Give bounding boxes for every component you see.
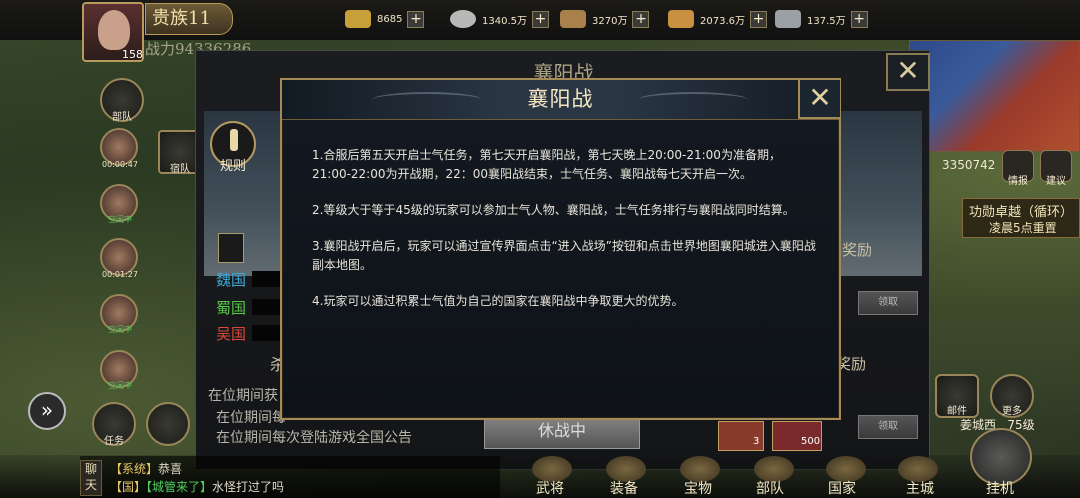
resource-iron: 137.5万 + — [775, 8, 868, 30]
resource-value: 8685 — [377, 13, 403, 25]
add-iron-button[interactable]: + — [850, 10, 868, 28]
hero-status: 空闲中 — [108, 215, 132, 224]
hero-status: 00:01:27 — [102, 270, 138, 279]
add-wood-button[interactable]: + — [632, 10, 650, 28]
dialog-title: 襄阳战 — [527, 87, 594, 111]
reward-label: 奖励 — [842, 241, 873, 259]
chat-line-nation: 【国】【城管来了】水怪打过了吗 — [110, 478, 284, 495]
chat-channel-button[interactable]: 聊天 — [80, 460, 102, 496]
merit-subtitle: 凌晨5点重置 — [989, 221, 1057, 235]
score-value: 3350742 — [942, 158, 996, 172]
iron-icon — [775, 10, 801, 28]
more-label: 更多 — [1002, 406, 1022, 417]
chat-text: 水怪打过了吗 — [212, 480, 285, 494]
troops-label: 部队 — [112, 112, 132, 123]
dialog-close-button[interactable]: ✕ — [798, 80, 840, 119]
gold-ingot-icon — [345, 10, 371, 28]
chat-tag: 【系统】 — [110, 462, 159, 476]
noble-rank-badge[interactable]: 贵族11 — [145, 3, 233, 35]
nav-treasure[interactable]: 宝物 — [684, 478, 712, 498]
nav-equipment[interactable]: 装备 — [610, 478, 638, 498]
dialog-body: 1.合服后第五天开启士气任务，第七天开启襄阳战，第七天晚上20:00-21:00… — [312, 146, 818, 328]
add-gold-button[interactable]: + — [407, 10, 425, 28]
rule-paragraph: 3.襄阳战开启后，玩家可以通过宣传界面点击“进入战场”按钮和点击世界地图襄阳城进… — [312, 239, 816, 272]
privilege-row: 在位期间获 — [208, 388, 278, 404]
rule-paragraph: 4.玩家可以通过积累士气值为自己的国家在襄阳战中争取更大的优势。 — [312, 294, 684, 308]
add-grain-button[interactable]: + — [750, 10, 767, 28]
chat-text: 恭喜 — [158, 462, 183, 476]
wood-log-icon — [560, 10, 586, 28]
player-avatar[interactable]: 158 — [82, 2, 144, 62]
shield-icon — [218, 233, 244, 263]
rule-paragraph: 1.合服后第五天开启士气任务，第七天开启襄阳战，第七天晚上20:00-21:00… — [312, 148, 781, 181]
privilege-row: 在位期间每次登陆游戏全国公告 — [216, 430, 412, 446]
dialog-header: 襄阳战 ✕ — [282, 80, 840, 120]
chat-tag: 【国】 — [110, 480, 147, 494]
rule-paragraph: 2.等级大于等于45级的玩家可以参加士气人物、襄阳战，士气任务排行与襄阳战同时结… — [312, 203, 795, 217]
suggest-label: 建议 — [1046, 176, 1066, 187]
chest-icon: 3 — [718, 421, 764, 451]
resource-wood: 3270万 + — [560, 8, 650, 30]
resource-value: 2073.6万 — [700, 15, 745, 27]
rules-label: 规则 — [219, 159, 246, 174]
intel-label: 情报 — [1008, 176, 1028, 187]
nav-main-city[interactable]: 主城 — [906, 478, 934, 498]
nav-idle[interactable]: 挂机 — [986, 478, 1014, 498]
merit-event-banner[interactable]: 功勋卓越（循环） 凌晨5点重置 — [962, 198, 1080, 238]
kingdom-shu: 蜀国 — [216, 299, 247, 317]
redacted-bar — [252, 325, 282, 341]
claim-button[interactable]: 领取 — [858, 415, 918, 439]
grain-icon — [668, 10, 694, 28]
chat-line-system: 【系统】恭喜 — [110, 460, 182, 477]
redacted-bar — [252, 299, 282, 315]
task-label: 任务 — [104, 436, 124, 447]
chat-name: 【城管来了】 — [146, 480, 213, 494]
resource-value: 1340.5万 — [482, 15, 527, 27]
claim-button[interactable]: 领取 — [858, 291, 918, 315]
resource-grain: 2073.6万 + — [668, 8, 767, 30]
kingdom-wu: 吴国 — [216, 325, 247, 343]
privilege-row: 在位期间每 — [216, 410, 286, 426]
resource-silver: 1340.5万 + — [450, 8, 549, 30]
rules-icon — [230, 129, 238, 151]
kingdom-wei: 魏国 — [216, 271, 247, 289]
eagle-icon[interactable] — [146, 402, 190, 446]
gem-icon: 500 — [772, 421, 822, 451]
hero-status: 空闲中 — [108, 325, 132, 334]
avatar-face — [98, 10, 130, 50]
resource-gold: 8685 + — [345, 8, 425, 30]
resource-value: 3270万 — [592, 15, 628, 27]
add-silver-button[interactable]: + — [532, 10, 549, 28]
item-count: 500 — [801, 436, 821, 447]
expand-arrow-button[interactable]: » — [28, 392, 66, 430]
resource-value: 137.5万 — [807, 15, 846, 27]
player-level: 158 — [122, 48, 143, 61]
nav-nation[interactable]: 国家 — [828, 478, 856, 498]
mail-label: 邮件 — [947, 406, 967, 417]
redacted-bar — [252, 271, 282, 287]
silver-coin-icon — [450, 10, 476, 28]
rules-dialog: 襄阳战 ✕ 1.合服后第五天开启士气任务，第七天开启襄阳战，第七天晚上20:00… — [280, 78, 841, 420]
item-count: 3 — [753, 436, 760, 447]
nav-troops[interactable]: 部队 — [756, 478, 784, 498]
hero-status: 00:00:47 — [102, 160, 138, 169]
nav-generals[interactable]: 武将 — [536, 478, 564, 498]
minimap[interactable] — [909, 40, 1080, 152]
merit-title: 功勋卓越（循环） — [969, 205, 1074, 220]
hero-status: 空闲中 — [108, 381, 132, 390]
panel-close-button[interactable]: ✕ — [886, 53, 930, 91]
